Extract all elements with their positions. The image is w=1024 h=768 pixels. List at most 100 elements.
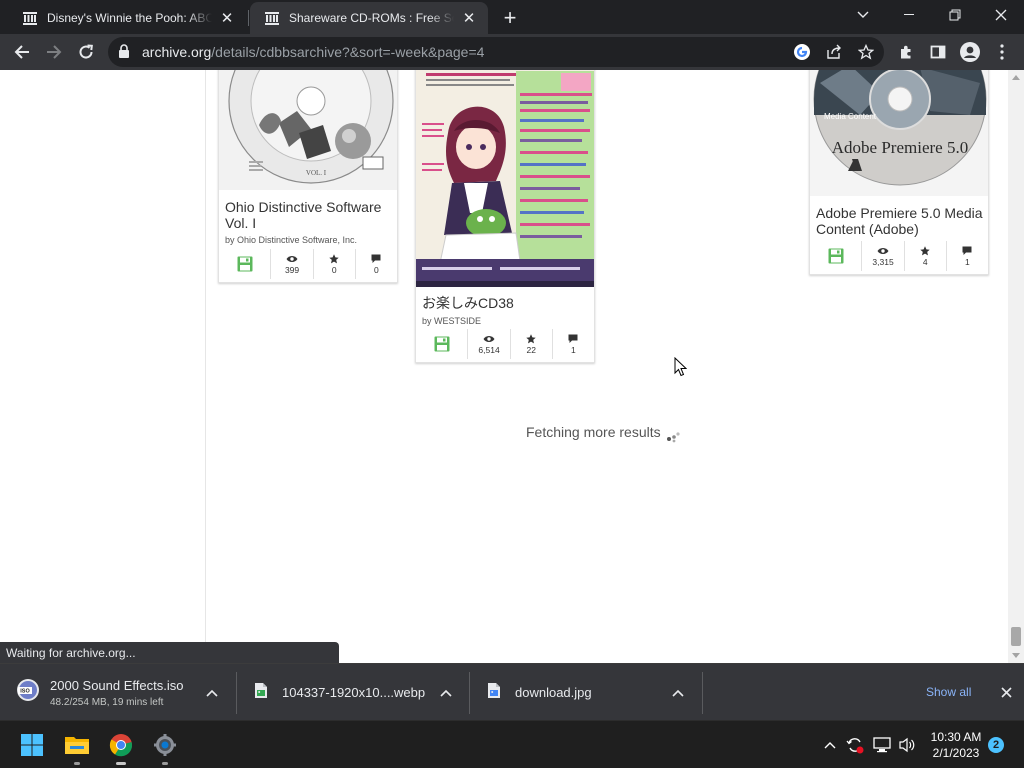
download-options-chevron-icon[interactable] — [439, 686, 453, 700]
sync-alert-icon[interactable] — [845, 735, 865, 755]
address-bar[interactable]: archive.org/details/cdbbsarchive?&sort=-… — [108, 37, 884, 67]
item-title[interactable]: お楽しみCD38 — [422, 295, 590, 311]
tab-shareware-cd-roms[interactable]: Shareware CD-ROMs : Free Software ✕ — [250, 2, 488, 34]
item-card-adobe-premiere[interactable]: Media Content Adobe Premiere 5.0 Adobe P… — [809, 70, 989, 275]
notification-count-badge[interactable]: 2 — [988, 737, 1004, 753]
address-host: archive.org — [142, 44, 212, 60]
restore-button[interactable] — [932, 0, 978, 30]
show-all-downloads-link[interactable]: Show all — [926, 685, 971, 699]
views-stat: 399 — [270, 249, 312, 279]
chrome-taskbar-icon[interactable] — [105, 729, 137, 765]
image-file-icon — [487, 682, 501, 704]
creator-name[interactable]: WESTSIDE — [434, 316, 481, 326]
favorites-stat: 0 — [312, 249, 355, 279]
disc-label-text: VOL. I — [306, 169, 327, 177]
comment-icon — [962, 245, 972, 256]
eye-icon — [877, 245, 889, 256]
image-file-icon — [254, 682, 268, 704]
start-button-windows-icon[interactable] — [16, 729, 48, 761]
downloads-bar: ISO 2000 Sound Effects.iso 48.2/254 MB, … — [0, 663, 1024, 720]
fetching-more-results-text: Fetching more results — [526, 424, 661, 440]
favorites-count: 4 — [922, 257, 928, 267]
disc-product-text: Adobe Premiere 5.0 — [832, 138, 968, 157]
reload-button[interactable] — [72, 38, 100, 66]
download-item-webp[interactable]: 104337-1920x10....webp — [254, 664, 434, 721]
item-card-ohio-distinctive[interactable]: VOL. I Ohio Distinctive Software Vol. I … — [218, 70, 398, 283]
chrome-menu-kebab-icon[interactable] — [988, 38, 1016, 66]
share-icon[interactable] — [824, 42, 844, 62]
media-type-software-icon — [810, 241, 861, 271]
item-thumbnail[interactable] — [416, 70, 594, 287]
eye-icon — [483, 333, 495, 344]
reviews-count: 1 — [571, 345, 576, 355]
download-separator — [236, 672, 237, 714]
scrollbar-thumb[interactable] — [1011, 627, 1021, 646]
taskbar-clock[interactable]: 10:30 AM 2/1/2023 — [928, 729, 984, 761]
clock-time: 10:30 AM — [930, 730, 982, 744]
settings-gear-icon[interactable] — [149, 729, 181, 765]
download-filename: download.jpg — [515, 685, 592, 700]
item-card-otanoshimi-cd38[interactable]: お楽しみCD38 by WESTSIDE 6,514 22 1 — [415, 70, 595, 363]
star-icon — [526, 333, 536, 344]
minimize-button[interactable] — [886, 0, 932, 30]
media-type-software-icon — [416, 329, 467, 359]
download-options-chevron-icon[interactable] — [205, 686, 219, 700]
item-thumbnail[interactable]: Media Content Adobe Premiere 5.0 — [810, 70, 988, 196]
download-separator — [469, 672, 470, 714]
running-indicator — [162, 762, 168, 765]
download-filename: 104337-1920x10....webp — [282, 685, 426, 700]
svg-text:ISO: ISO — [20, 689, 30, 695]
google-lens-icon[interactable] — [792, 42, 812, 62]
back-button[interactable] — [8, 38, 36, 66]
tab-search-chevron-icon[interactable] — [840, 0, 886, 30]
tab-close-icon[interactable]: ✕ — [460, 9, 478, 27]
page-scrollbar[interactable] — [1008, 70, 1024, 663]
download-item-sound-effects[interactable]: ISO 2000 Sound Effects.iso 48.2/254 MB, … — [16, 664, 226, 721]
close-downloads-bar-icon[interactable] — [998, 684, 1014, 700]
network-icon[interactable] — [872, 735, 892, 755]
sidebar-divider — [205, 70, 206, 663]
close-window-button[interactable] — [978, 0, 1024, 30]
item-title[interactable]: Ohio Distinctive Software Vol. I — [225, 199, 393, 231]
tab-title: Disney's Winnie the Pooh: ABCs & 123s — [47, 11, 212, 25]
file-explorer-icon[interactable] — [61, 729, 93, 765]
download-info: 2000 Sound Effects.iso 48.2/254 MB, 19 m… — [50, 678, 183, 708]
reviews-stat: 1 — [551, 329, 594, 359]
forward-button[interactable] — [40, 38, 68, 66]
running-indicator — [74, 762, 80, 765]
volume-speaker-icon[interactable] — [897, 735, 917, 755]
comment-icon — [371, 253, 381, 264]
comment-icon — [568, 333, 578, 344]
reviews-count: 1 — [965, 257, 970, 267]
favorites-count: 0 — [331, 265, 337, 275]
scroll-up-arrow-icon[interactable] — [1012, 75, 1020, 80]
download-item-jpg[interactable]: download.jpg — [487, 664, 667, 721]
lock-icon[interactable] — [118, 44, 130, 64]
download-filename: 2000 Sound Effects.iso — [50, 677, 184, 693]
tab-winnie-the-pooh[interactable]: Disney's Winnie the Pooh: ABCs & 123s ✕ — [8, 2, 246, 34]
views-count: 3,315 — [872, 257, 894, 267]
download-progress-text: 48.2/254 MB, 19 mins left — [50, 696, 164, 708]
item-creator: by Ohio Distinctive Software, Inc. — [225, 235, 357, 245]
download-options-chevron-icon[interactable] — [671, 686, 685, 700]
browser-tab-strip: Disney's Winnie the Pooh: ABCs & 123s ✕ … — [0, 0, 1024, 34]
star-icon — [329, 253, 339, 264]
tray-overflow-chevron-icon[interactable] — [820, 735, 840, 755]
bookmark-star-icon[interactable] — [856, 42, 876, 62]
new-tab-button[interactable]: + — [498, 5, 522, 30]
tab-close-icon[interactable]: ✕ — [218, 9, 236, 27]
tab-separator — [248, 10, 249, 26]
views-stat: 6,514 — [467, 329, 509, 359]
reviews-stat: 0 — [354, 249, 397, 279]
creator-name[interactable]: Ohio Distinctive Software, Inc. — [237, 235, 357, 245]
profile-avatar-icon[interactable] — [956, 38, 984, 66]
scroll-down-arrow-icon[interactable] — [1012, 653, 1020, 658]
address-text: archive.org/details/cdbbsarchive?&sort=-… — [142, 44, 484, 60]
extensions-puzzle-icon[interactable] — [892, 38, 920, 66]
media-type-software-icon — [219, 249, 270, 279]
eye-icon — [286, 253, 298, 264]
side-panel-icon[interactable] — [924, 38, 952, 66]
download-separator — [702, 672, 703, 714]
item-title[interactable]: Adobe Premiere 5.0 Media Content (Adobe) — [816, 205, 984, 237]
item-thumbnail[interactable]: VOL. I — [219, 70, 397, 190]
